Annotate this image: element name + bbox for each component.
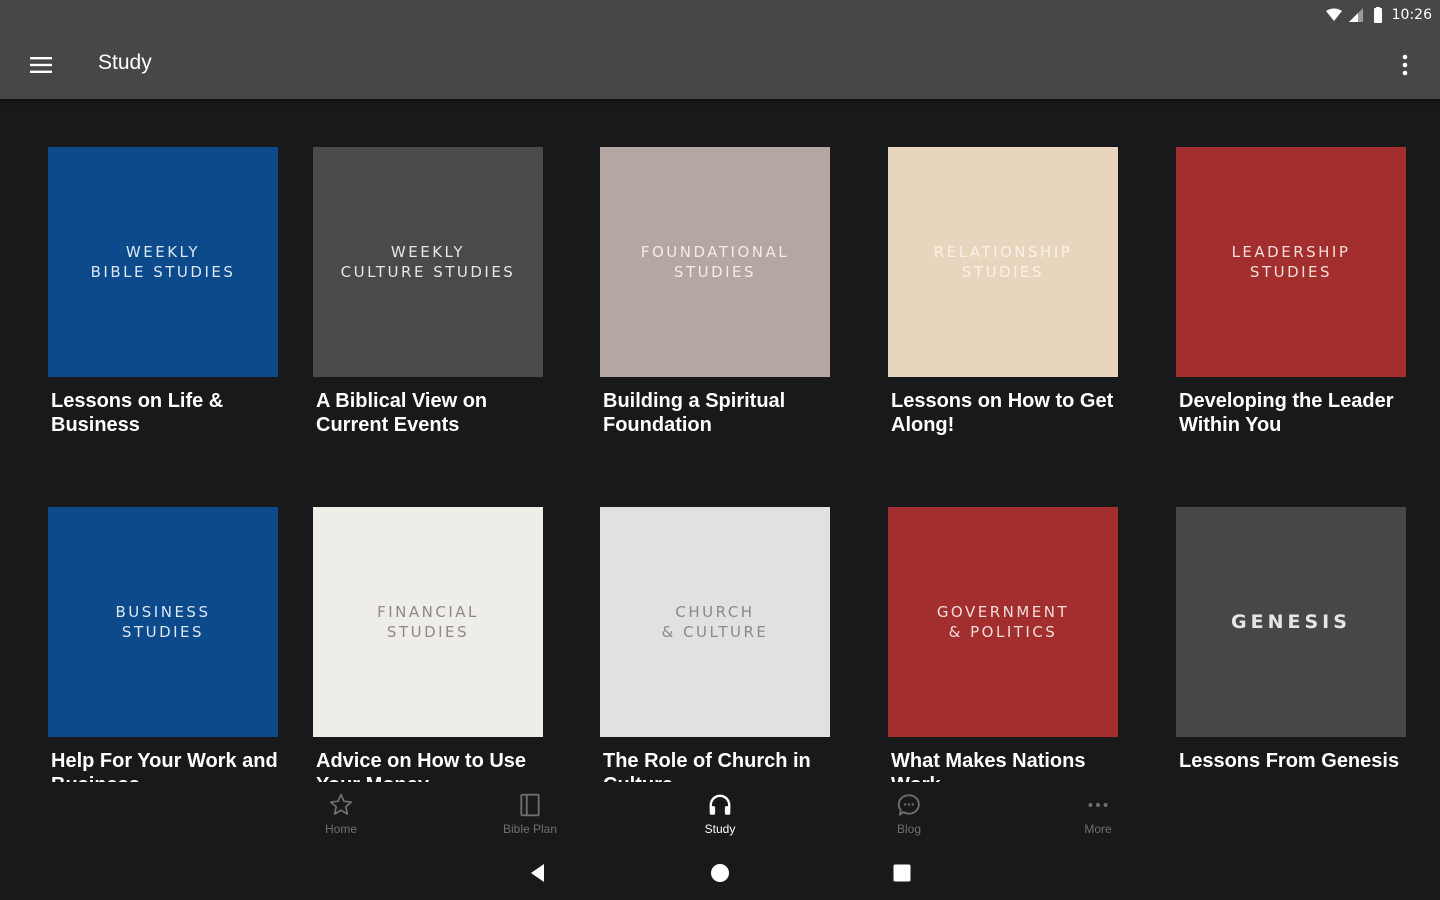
nav-label-bible-plan: Bible Plan [502,822,558,836]
study-card[interactable]: WEEKLY BIBLE STUDIES Lessons on Life & B… [48,147,284,437]
study-cover: FOUNDATIONAL STUDIES [600,147,830,377]
recents-icon [893,864,911,882]
study-cover: RELATIONSHIP STUDIES [888,147,1118,377]
study-cover: WEEKLY BIBLE STUDIES [48,147,278,377]
signal-icon [1348,8,1363,22]
home-icon [711,864,729,882]
status-time: 10:26 [1391,7,1432,23]
study-cover: WEEKLY CULTURE STUDIES [313,147,543,377]
nav-study[interactable]: Study [665,792,775,840]
status-bar: 10:26 [0,0,1440,30]
study-card[interactable]: CHURCH & CULTURE The Role of Church in C… [600,507,836,782]
cover-text: WEEKLY CULTURE STUDIES [340,243,516,281]
study-cover: GENESIS [1176,507,1406,737]
status-icons: 10:26 [1325,5,1432,25]
study-card[interactable]: WEEKLY CULTURE STUDIES A Biblical View o… [313,147,549,437]
system-nav-bar [0,844,1440,900]
wifi-icon [1325,8,1342,21]
study-title: Lessons on How to Get Along! [891,390,1114,436]
chat-bubble-icon [897,794,920,816]
nav-bible-plan[interactable]: Bible Plan [475,792,585,840]
cover-text: LEADERSHIP STUDIES [1231,243,1351,281]
study-title: What Makes Nations Work [891,750,1086,782]
study-cover: BUSINESS STUDIES [48,507,278,737]
study-cover: LEADERSHIP STUDIES [1176,147,1406,377]
study-card[interactable]: GENESIS Lessons From Genesis [1176,507,1412,773]
cover-text: GENESIS [1231,611,1351,633]
page-title: Study [98,51,152,74]
study-title: Building a Spiritual Foundation [603,390,786,436]
app-bar: Study [0,30,1440,99]
study-title: Help For Your Work and Business [51,750,278,782]
study-title: The Role of Church in Culture [603,750,811,782]
study-card[interactable]: FINANCIAL STUDIES Advice on How to Use Y… [313,507,549,782]
cover-text: BUSINESS STUDIES [115,603,211,641]
cover-text: CHURCH & CULTURE [661,603,769,641]
study-card[interactable]: FOUNDATIONAL STUDIES Building a Spiritua… [600,147,836,437]
study-title: Advice on How to Use Your Money [316,750,527,782]
study-title: Developing the Leader Within You [1179,390,1394,436]
back-icon [531,864,544,882]
recents-button[interactable] [889,860,915,886]
nav-blog[interactable]: Blog [854,792,964,840]
study-title: Lessons on Life & Business [51,390,224,436]
cover-text: RELATIONSHIP STUDIES [933,243,1073,281]
nav-label-more: More [1084,822,1112,836]
study-grid: WEEKLY BIBLE STUDIES Lessons on Life & B… [0,99,1440,782]
overflow-menu-button[interactable] [1384,44,1426,86]
study-card[interactable]: LEADERSHIP STUDIES Developing the Leader… [1176,147,1412,437]
more-horizontal-icon [1088,803,1108,807]
cover-text: FINANCIAL STUDIES [377,603,479,641]
study-card[interactable]: GOVERNMENT & POLITICS What Makes Nations… [888,507,1124,782]
cover-text: FOUNDATIONAL STUDIES [640,243,790,281]
cover-text: WEEKLY BIBLE STUDIES [90,243,236,281]
back-button[interactable] [525,860,551,886]
study-title: A Biblical View on Current Events [316,390,488,436]
study-cover: CHURCH & CULTURE [600,507,830,737]
hamburger-menu-icon [30,57,52,73]
menu-button[interactable] [20,44,62,86]
nav-label-home: Home [324,822,357,836]
cover-text: GOVERNMENT & POLITICS [936,603,1070,641]
nav-label-study: Study [704,822,736,836]
study-card[interactable]: BUSINESS STUDIES Help For Your Work and … [48,507,284,782]
study-cover: FINANCIAL STUDIES [313,507,543,737]
battery-icon [1373,7,1382,23]
more-vertical-icon [1402,54,1408,76]
study-title: Lessons From Genesis [1179,750,1400,772]
nav-home[interactable]: Home [286,792,396,840]
study-card[interactable]: RELATIONSHIP STUDIES Lessons on How to G… [888,147,1124,437]
book-icon [520,793,540,817]
bottom-nav: Home Bible Plan Study Blog More [0,782,1440,844]
home-button[interactable] [707,860,733,886]
nav-label-blog: Blog [896,822,922,836]
headphones-icon [709,794,731,815]
nav-more[interactable]: More [1043,792,1153,840]
study-cover: GOVERNMENT & POLITICS [888,507,1118,737]
star-icon [329,793,353,815]
